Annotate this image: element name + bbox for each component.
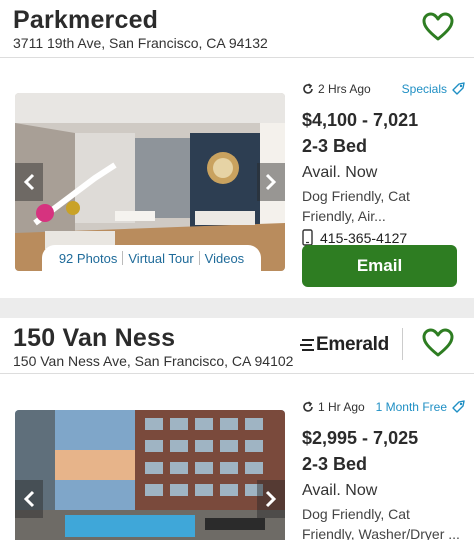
prev-photo-button[interactable] — [15, 480, 43, 518]
specials-text: Specials — [401, 82, 447, 96]
brand-name: Emerald — [316, 334, 389, 355]
exterior-photo — [15, 410, 285, 540]
phone-number: 415-365-4127 — [320, 229, 408, 246]
phone-link[interactable]: 415-365-4127 — [302, 229, 466, 246]
listing-title[interactable]: Parkmerced — [13, 6, 158, 35]
listing-card[interactable]: Parkmerced 3711 19th Ave, San Francisco,… — [0, 0, 474, 298]
refresh-icon — [303, 401, 313, 412]
listing-info: 1 Hr Ago 1 Month Free $2,995 - 7,025 2-3… — [302, 396, 466, 540]
chevron-left-icon — [23, 173, 35, 191]
listing-info: 2 Hrs Ago Specials $4,100 - 7,021 2-3 Be… — [302, 78, 466, 246]
tag-icon — [452, 400, 465, 413]
bed-count: 2-3 Bed — [302, 454, 368, 474]
virtual-tour-link[interactable]: Virtual Tour — [123, 251, 198, 266]
listing-address: 150 Van Ness Ave, San Francisco, CA 9410… — [13, 353, 294, 369]
email-button[interactable]: Email — [302, 245, 457, 287]
chevron-right-icon — [265, 490, 277, 508]
meta-row: 1 Hr Ago 1 Month Free — [302, 396, 466, 420]
availability: Avail. Now — [302, 164, 378, 181]
price-range: $4,100 - 7,021 — [302, 110, 419, 130]
last-updated: 2 Hrs Ago — [302, 82, 371, 96]
brand-logo: Emerald — [300, 334, 389, 356]
favorite-heart-icon[interactable] — [422, 328, 454, 358]
specials-link[interactable]: Specials — [402, 81, 466, 97]
amenities: Dog Friendly, Cat Friendly, Washer/Dryer… — [302, 506, 460, 540]
availability: Avail. Now — [302, 482, 378, 499]
videos-link[interactable]: Videos — [200, 251, 250, 266]
price-range: $2,995 - 7,025 — [302, 428, 419, 448]
divider — [402, 328, 403, 360]
updated-text: 2 Hrs Ago — [318, 82, 371, 96]
listing-header: Parkmerced 3711 19th Ave, San Francisco,… — [0, 0, 474, 58]
amenities: Dog Friendly, Cat Friendly, Air... — [302, 188, 410, 224]
next-photo-button[interactable] — [257, 480, 285, 518]
logo-mark-icon — [300, 338, 314, 351]
listing-photo[interactable] — [15, 410, 285, 540]
bed-count: 2-3 Bed — [302, 136, 368, 156]
next-photo-button[interactable] — [257, 163, 285, 201]
specials-link[interactable]: 1 Month Free — [376, 399, 466, 415]
updated-text: 1 Hr Ago — [318, 400, 365, 414]
listing-address: 3711 19th Ave, San Francisco, CA 94132 — [13, 35, 268, 51]
photos-link[interactable]: 92 Photos — [54, 251, 123, 266]
chevron-left-icon — [23, 490, 35, 508]
chevron-right-icon — [265, 173, 277, 191]
listing-header: 150 Van Ness 150 Van Ness Ave, San Franc… — [0, 318, 474, 374]
listing-title[interactable]: 150 Van Ness — [13, 324, 175, 353]
phone-icon — [302, 229, 313, 246]
search-results-page: Parkmerced 3711 19th Ave, San Francisco,… — [0, 0, 474, 540]
favorite-heart-icon[interactable] — [422, 12, 454, 42]
media-links: 92 Photos Virtual Tour Videos — [42, 245, 261, 271]
meta-row: 2 Hrs Ago Specials — [302, 78, 466, 102]
last-updated: 1 Hr Ago — [302, 400, 365, 414]
tag-icon — [452, 82, 465, 95]
prev-photo-button[interactable] — [15, 163, 43, 201]
specials-text: 1 Month Free — [375, 400, 447, 414]
refresh-icon — [303, 83, 313, 94]
listing-card[interactable]: 150 Van Ness 150 Van Ness Ave, San Franc… — [0, 318, 474, 540]
listing-separator — [0, 298, 474, 318]
emerald-logo: Emerald — [300, 334, 389, 356]
